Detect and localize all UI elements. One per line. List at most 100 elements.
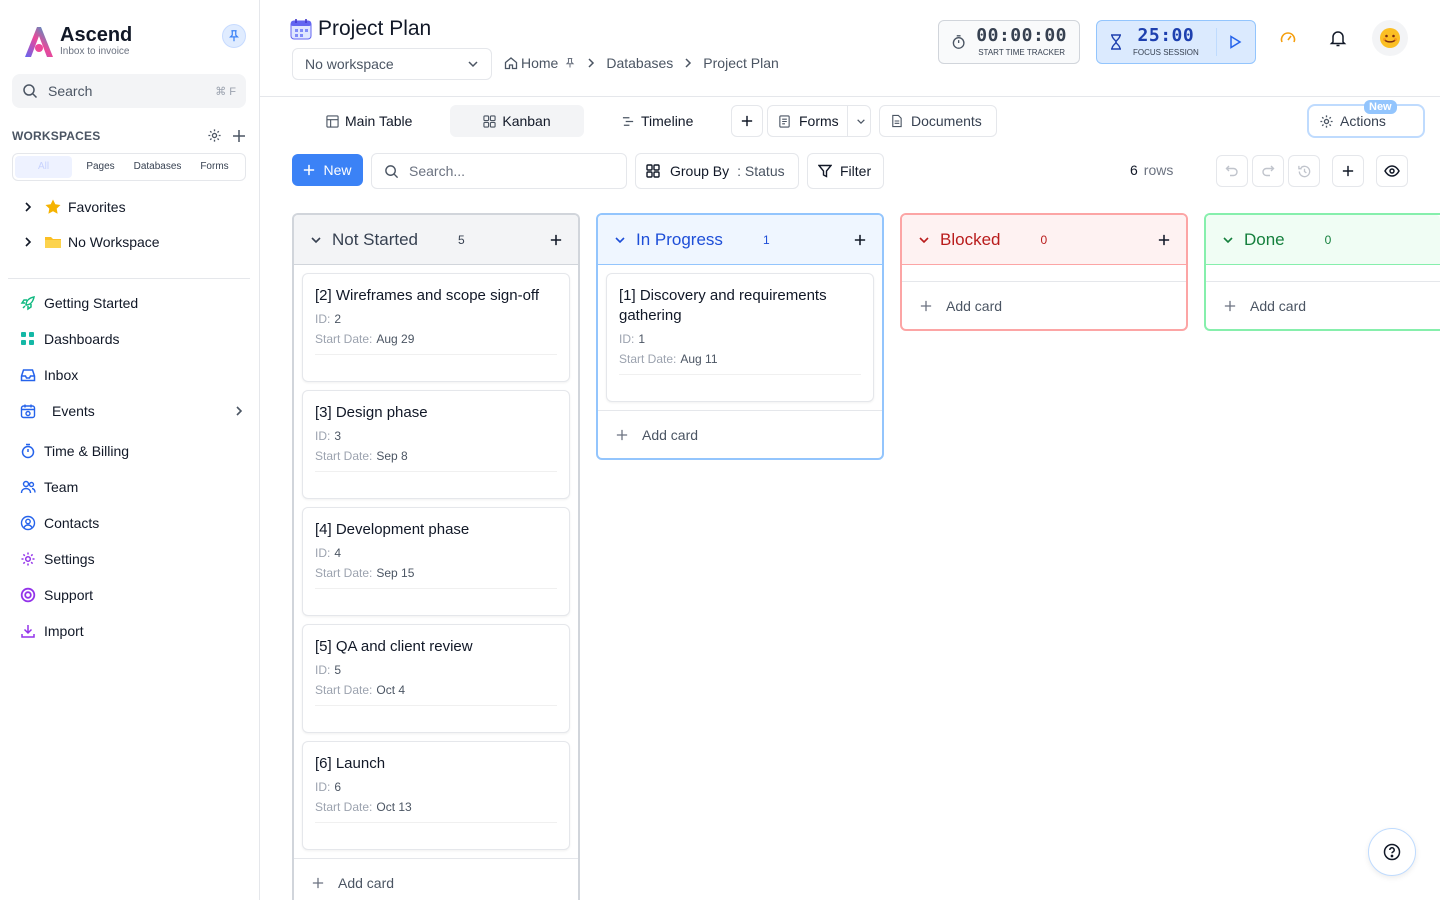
- kanban-column-not-started: Not Started 5 [2] Wireframes and scope s…: [292, 213, 580, 900]
- filter-tab-pages[interactable]: Pages: [72, 156, 129, 178]
- nav-contacts[interactable]: Contacts: [20, 515, 244, 531]
- board-search-input[interactable]: Search...: [371, 153, 627, 189]
- performance-button[interactable]: [1276, 26, 1300, 50]
- workspace-select[interactable]: No workspace: [292, 48, 492, 80]
- group-by-label: Group By: [670, 163, 730, 179]
- column-add-button[interactable]: [1158, 234, 1170, 246]
- kanban-column-blocked: Blocked 0 Add card: [900, 213, 1188, 331]
- add-card-button[interactable]: Add card: [902, 281, 1186, 329]
- help-button[interactable]: [1368, 828, 1416, 876]
- chevron-down-icon[interactable]: [1222, 236, 1234, 244]
- sidebar: Ascend Inbox to invoice Search ⌘ F WORKS…: [0, 0, 260, 900]
- new-badge: New: [1364, 100, 1397, 114]
- pin-icon[interactable]: [564, 57, 576, 69]
- grid-icon: [20, 331, 36, 347]
- new-item-button[interactable]: New: [292, 154, 363, 186]
- tab-main-table[interactable]: Main Table: [314, 105, 424, 137]
- tab-label: Documents: [911, 113, 982, 129]
- start-label: Start Date:: [315, 566, 373, 580]
- column-add-button[interactable]: [550, 234, 562, 246]
- breadcrumb-current: Project Plan: [703, 55, 779, 71]
- chevron-right-icon[interactable]: [20, 201, 36, 213]
- nav-getting-started[interactable]: Getting Started: [20, 295, 244, 311]
- filter-icon: [818, 164, 832, 178]
- chevron-down-icon[interactable]: [614, 236, 626, 244]
- nav-inbox[interactable]: Inbox: [20, 367, 244, 383]
- chevron-right-icon[interactable]: [234, 405, 244, 417]
- breadcrumb-databases[interactable]: Databases: [606, 55, 673, 71]
- nav-label: Getting Started: [44, 295, 139, 311]
- undo-button[interactable]: [1216, 155, 1248, 187]
- forms-dropdown[interactable]: [848, 118, 874, 125]
- filter-button[interactable]: Filter: [807, 153, 884, 189]
- tree-item-no-workspace[interactable]: No Workspace: [20, 234, 160, 250]
- card-divider: [619, 374, 861, 375]
- chevron-down-icon[interactable]: [918, 236, 930, 244]
- tab-timeline[interactable]: Timeline: [610, 105, 705, 137]
- start-time-tracker-button[interactable]: 00:00:00 START TIME TRACKER: [938, 20, 1080, 64]
- card-title: [4] Development phase: [315, 521, 470, 538]
- visibility-button[interactable]: [1376, 155, 1408, 187]
- brand-logo-icon: [25, 27, 53, 57]
- notifications-button[interactable]: [1326, 26, 1350, 50]
- focus-session-value: 25:00: [1137, 25, 1195, 46]
- redo-button[interactable]: [1252, 155, 1284, 187]
- row-count: 6 rows: [1130, 162, 1173, 178]
- add-card-button[interactable]: Add card: [598, 410, 882, 458]
- kanban-card[interactable]: [3] Design phase ID: 3 Start Date: Sep 8: [302, 390, 570, 499]
- kanban-card[interactable]: [1] Discovery and requirements gathering…: [606, 273, 874, 402]
- kanban-card[interactable]: [6] Launch ID: 6 Start Date: Oct 13: [302, 741, 570, 850]
- column-add-button[interactable]: [854, 234, 866, 246]
- sidebar-divider: [8, 278, 250, 279]
- tab-kanban[interactable]: Kanban: [450, 105, 584, 137]
- group-by-button[interactable]: Group By : Status: [635, 153, 799, 189]
- sidebar-search[interactable]: Search ⌘ F: [12, 74, 246, 108]
- brand-tagline: Inbox to invoice: [60, 46, 130, 57]
- id-label: ID:: [315, 546, 331, 560]
- nav-dashboards[interactable]: Dashboards: [20, 331, 244, 347]
- column-title: Not Started: [332, 229, 418, 249]
- play-button[interactable]: [1216, 28, 1243, 56]
- focus-session-timer[interactable]: 25:00 FOCUS SESSION: [1096, 20, 1256, 64]
- tree-item-favorites[interactable]: Favorites: [20, 198, 126, 216]
- nav-support[interactable]: Support: [20, 587, 244, 603]
- filter-tab-forms[interactable]: Forms: [186, 156, 243, 178]
- nav-label: Contacts: [44, 515, 100, 531]
- add-card-button[interactable]: Add card: [1206, 281, 1440, 329]
- brand[interactable]: Ascend Inbox to invoice: [22, 22, 132, 60]
- home-icon: [504, 57, 518, 70]
- workspace-settings-button[interactable]: [207, 128, 222, 143]
- add-card-label: Add card: [946, 297, 1003, 314]
- play-icon: [1230, 35, 1242, 49]
- chevron-right-icon[interactable]: [20, 236, 36, 248]
- tab-label: Timeline: [641, 113, 694, 129]
- kanban-card[interactable]: [4] Development phase ID: 4 Start Date: Se…: [302, 507, 570, 616]
- forms-main[interactable]: Forms: [768, 106, 848, 136]
- avatar[interactable]: [1372, 20, 1408, 56]
- tab-forms[interactable]: Forms: [767, 105, 871, 137]
- nav-label: Support: [44, 587, 94, 603]
- id-value: 6: [334, 780, 342, 794]
- filter-tab-all[interactable]: All: [15, 156, 72, 178]
- workspaces-label: WORKSPACES: [12, 128, 101, 143]
- kanban-card[interactable]: [2] Wireframes and scope sign-off ID: 2 S…: [302, 273, 570, 382]
- chevron-down-icon[interactable]: [310, 236, 322, 244]
- add-view-button[interactable]: [731, 105, 763, 137]
- breadcrumb-home[interactable]: Home: [504, 55, 576, 71]
- add-record-button[interactable]: [1332, 155, 1364, 187]
- tab-label: Main Table: [345, 113, 413, 129]
- kanban-card[interactable]: [5] QA and client review ID: 5 Start Date…: [302, 624, 570, 733]
- history-button[interactable]: [1288, 155, 1320, 187]
- nav-time-billing[interactable]: Time & Billing: [20, 443, 244, 459]
- nav-events[interactable]: Events: [20, 403, 244, 419]
- row-count-value: 6: [1130, 162, 1138, 178]
- nav-settings[interactable]: Settings: [20, 551, 244, 567]
- filter-tab-databases[interactable]: Databases: [129, 156, 186, 178]
- add-workspace-button[interactable]: [232, 129, 246, 143]
- tab-documents[interactable]: Documents: [879, 105, 997, 137]
- nav-team[interactable]: Team: [20, 479, 244, 495]
- pin-sidebar-button[interactable]: [222, 24, 246, 48]
- add-card-button[interactable]: Add card: [294, 858, 578, 900]
- stopwatch-icon: [952, 35, 965, 49]
- nav-import[interactable]: Import: [20, 623, 244, 639]
